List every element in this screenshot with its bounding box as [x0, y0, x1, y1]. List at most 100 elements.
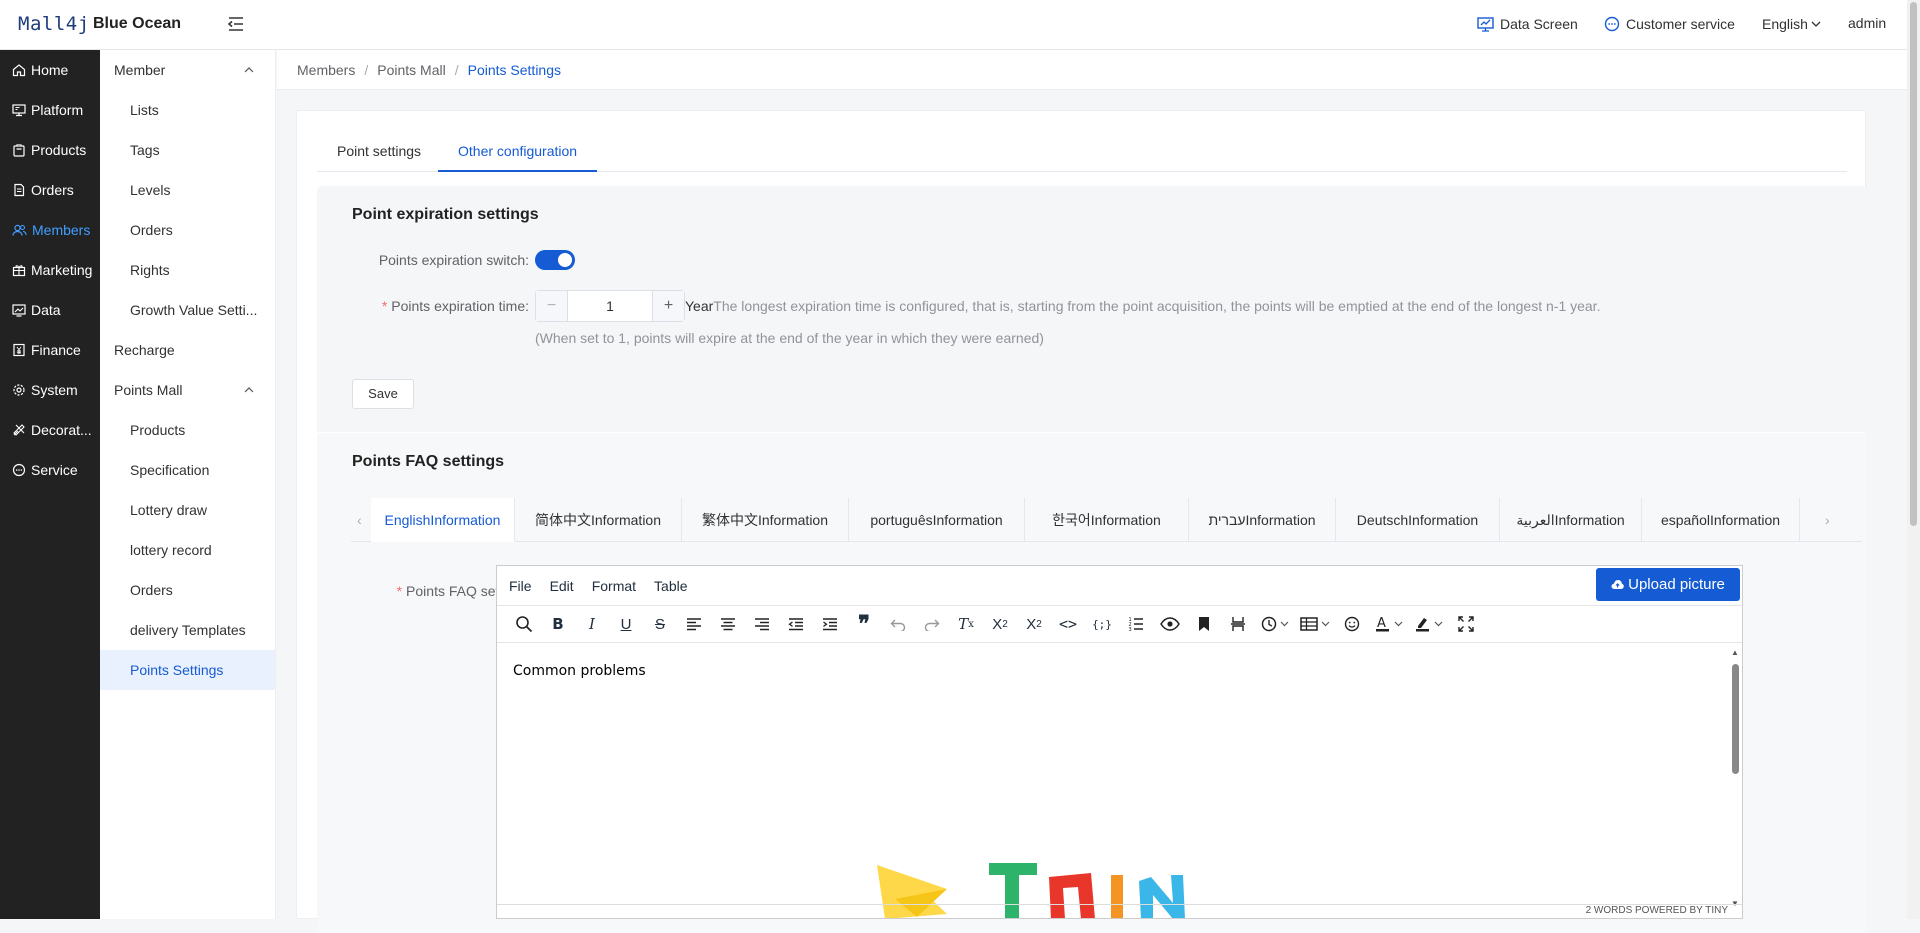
lang-tab-zh-hans[interactable]: 简体中文Information — [515, 498, 682, 542]
data-screen-link[interactable]: Data Screen — [1477, 16, 1578, 32]
nav-item-service[interactable]: Service — [0, 450, 100, 490]
decrement-button[interactable]: − — [536, 291, 568, 321]
subscript-icon[interactable]: X2 — [983, 610, 1017, 638]
undo-icon[interactable] — [881, 610, 915, 638]
sub-nav-item-specification[interactable]: Specification — [100, 450, 275, 490]
expiration-section: Point expiration settings Points expirat… — [317, 186, 1867, 432]
align-left-icon[interactable] — [677, 610, 711, 638]
lang-tab-hebrew[interactable]: עבריתInformation — [1189, 498, 1336, 542]
nav-item-finance[interactable]: Finance — [0, 330, 100, 370]
sub-nav-item-tags[interactable]: Tags — [100, 130, 275, 170]
scroll-up-icon[interactable]: ▲ — [1731, 648, 1739, 657]
bookmark-icon[interactable] — [1187, 610, 1221, 638]
superscript-icon[interactable]: X2 — [1017, 610, 1051, 638]
sub-nav-item-levels[interactable]: Levels — [100, 170, 275, 210]
sub-nav-group-points-mall[interactable]: Points Mall — [100, 370, 275, 410]
sub-nav-item-recharge[interactable]: Recharge — [100, 330, 275, 370]
sub-nav-item-points-orders[interactable]: Orders — [100, 570, 275, 610]
search-icon[interactable] — [507, 610, 541, 638]
sub-nav-item-growth-value[interactable]: Growth Value Setti... — [100, 290, 275, 330]
menu-edit[interactable]: Edit — [550, 578, 574, 594]
preview-icon[interactable] — [1153, 610, 1187, 638]
lang-tab-english[interactable]: EnglishInformation — [371, 498, 515, 542]
menu-format[interactable]: Format — [592, 578, 636, 594]
item-label: Tags — [130, 142, 160, 158]
numbered-list-icon[interactable]: 123 — [1119, 610, 1153, 638]
increment-button[interactable]: + — [652, 291, 684, 321]
nav-item-marketing[interactable]: Marketing — [0, 250, 100, 290]
nav-item-home[interactable]: Home — [0, 50, 100, 90]
italic-icon[interactable]: I — [575, 610, 609, 638]
menu-collapse-icon[interactable] — [226, 14, 246, 34]
hint-text: The longest expiration time is configure… — [713, 298, 1601, 314]
code-sample-icon[interactable]: {;} — [1085, 610, 1119, 638]
customer-service-link[interactable]: Customer service — [1604, 16, 1735, 32]
user-menu[interactable]: admin — [1848, 15, 1886, 31]
page-scroll-thumb[interactable] — [1910, 2, 1917, 526]
sub-nav-item-lists[interactable]: Lists — [100, 90, 275, 130]
sub-nav-item-lottery-record[interactable]: lottery record — [100, 530, 275, 570]
page-scrollbar[interactable] — [1907, 0, 1920, 919]
table-icon[interactable] — [1295, 610, 1335, 638]
lang-tab-german[interactable]: DeutschInformation — [1336, 498, 1500, 542]
text-color-icon[interactable]: A — [1369, 610, 1409, 638]
redo-icon[interactable] — [915, 610, 949, 638]
chat-bubble-icon — [1604, 16, 1620, 32]
emoji-icon[interactable] — [1335, 610, 1369, 638]
rich-text-editor[interactable]: File Edit Format Table Upload picture B … — [496, 565, 1743, 919]
nav-item-members[interactable]: Members — [0, 210, 100, 250]
chevron-left-icon[interactable]: ‹ — [357, 512, 362, 528]
save-button[interactable]: Save — [352, 379, 414, 409]
blockquote-icon[interactable]: ❞ — [847, 610, 881, 638]
nav-item-decoration[interactable]: Decorat... — [0, 410, 100, 450]
editor-content[interactable]: Common problems — [497, 645, 1727, 918]
tab-other-configuration[interactable]: Other configuration — [438, 131, 598, 172]
clear-format-icon[interactable]: Tx — [949, 610, 983, 638]
underline-icon[interactable]: U — [609, 610, 643, 638]
lang-tab-arabic[interactable]: العربيةInformation — [1500, 498, 1642, 542]
lang-tab-korean[interactable]: 한국어Information — [1025, 498, 1189, 542]
expiration-time-value[interactable]: 1 — [568, 291, 652, 321]
sub-nav-item-rights[interactable]: Rights — [100, 250, 275, 290]
indent-icon[interactable] — [813, 610, 847, 638]
editor-scrollbar[interactable]: ▲ ▼ — [1730, 648, 1740, 908]
scroll-thumb[interactable] — [1732, 664, 1739, 774]
tab-point-settings[interactable]: Point settings — [317, 131, 441, 172]
code-icon[interactable]: <> — [1051, 610, 1085, 638]
nav-item-data[interactable]: Data — [0, 290, 100, 330]
menu-table[interactable]: Table — [654, 578, 687, 594]
bold-icon[interactable]: B — [541, 610, 575, 638]
item-label: Rights — [130, 262, 170, 278]
lang-tab-zh-hant[interactable]: 繁体中文Information — [682, 498, 849, 542]
lang-tab-spanish[interactable]: españolInformation — [1642, 498, 1800, 542]
nav-item-platform[interactable]: Platform — [0, 90, 100, 130]
page-break-icon[interactable] — [1221, 610, 1255, 638]
expiration-time-stepper[interactable]: − 1 + — [535, 290, 685, 322]
nav-item-products[interactable]: Products — [0, 130, 100, 170]
strikethrough-icon[interactable]: S — [643, 610, 677, 638]
menu-file[interactable]: File — [509, 578, 532, 594]
sub-nav-item-orders[interactable]: Orders — [100, 210, 275, 250]
sub-nav-item-points-settings[interactable]: Points Settings — [100, 650, 275, 690]
sub-nav-item-delivery-templates[interactable]: delivery Templates — [100, 610, 275, 650]
breadcrumb-members[interactable]: Members — [297, 62, 355, 78]
align-right-icon[interactable] — [745, 610, 779, 638]
highlight-color-icon[interactable] — [1409, 610, 1449, 638]
insert-datetime-icon[interactable] — [1255, 610, 1295, 638]
sub-nav-item-points-products[interactable]: Products — [100, 410, 275, 450]
upload-picture-button[interactable]: Upload picture — [1596, 568, 1740, 601]
lang-tab-portuguese[interactable]: portuguêsInformation — [849, 498, 1025, 542]
language-select[interactable]: English — [1762, 16, 1822, 32]
nav-item-orders[interactable]: Orders — [0, 170, 100, 210]
chevron-up-icon — [244, 387, 254, 393]
fullscreen-icon[interactable] — [1449, 610, 1483, 638]
expiration-switch[interactable] — [535, 250, 575, 270]
breadcrumb-points-mall[interactable]: Points Mall — [377, 62, 445, 78]
align-center-icon[interactable] — [711, 610, 745, 638]
sub-nav-item-lottery-draw[interactable]: Lottery draw — [100, 490, 275, 530]
nav-item-system[interactable]: System — [0, 370, 100, 410]
outdent-icon[interactable] — [779, 610, 813, 638]
nav-label: Decorat... — [31, 422, 92, 438]
chevron-right-icon[interactable]: › — [1825, 512, 1830, 528]
sub-nav-group-member[interactable]: Member — [100, 50, 275, 90]
